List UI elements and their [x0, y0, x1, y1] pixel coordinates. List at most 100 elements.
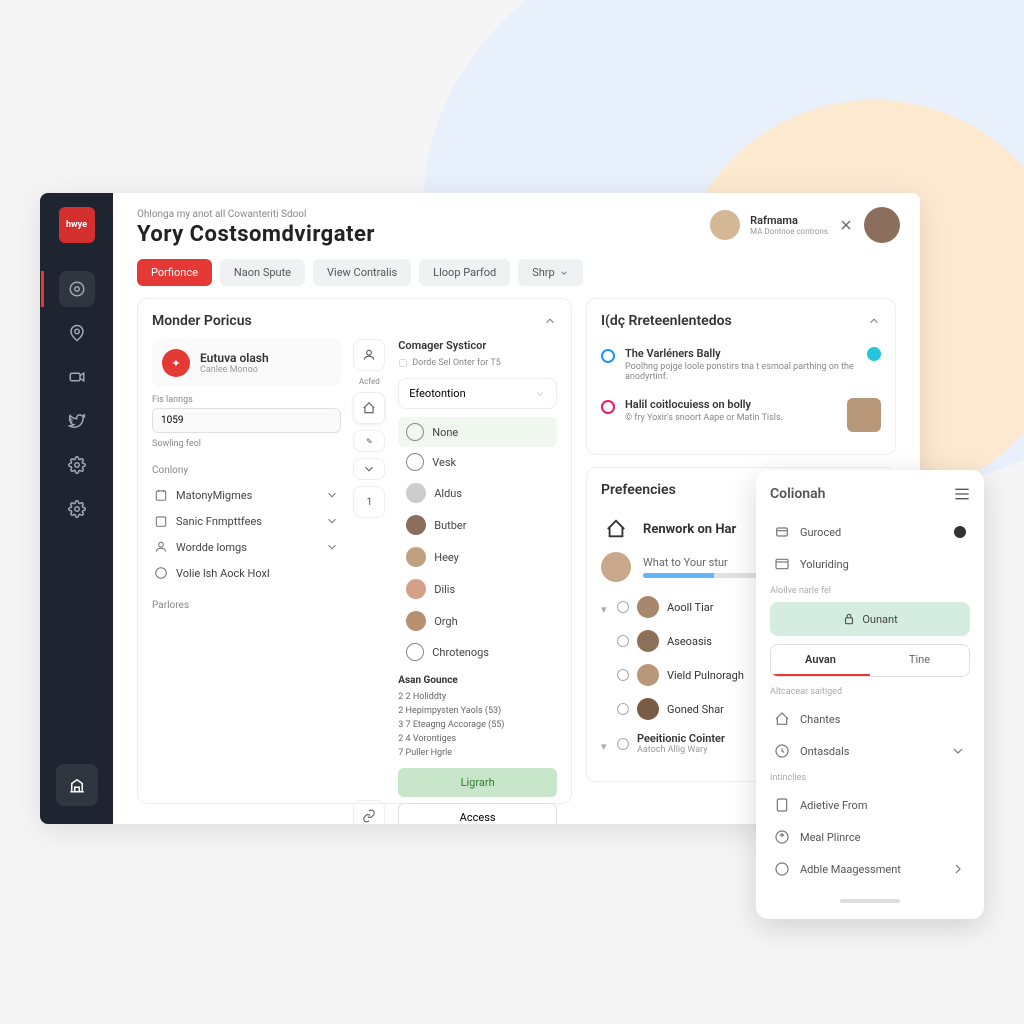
panel-row-guroced[interactable]: Guroced — [770, 516, 970, 548]
opt-dilis[interactable]: Dilis — [398, 573, 557, 605]
panel-row-chantes[interactable]: Chantes — [770, 703, 970, 735]
line-item: 2 2 Holiddty — [398, 690, 557, 704]
icon-btn-link[interactable] — [353, 800, 385, 824]
btn-ligrarh[interactable]: Ligrarh — [398, 768, 557, 797]
avatar-icon — [406, 611, 426, 631]
status-badge — [867, 347, 881, 361]
dropdown[interactable]: Efeotontion — [398, 378, 557, 409]
nav-institution[interactable] — [56, 764, 98, 806]
field-label: Fis lanngs — [152, 395, 341, 405]
seg-tine[interactable]: Tine — [870, 645, 969, 676]
header: Ohlonga my anot all Cowanteriti Sdool Yo… — [113, 193, 920, 247]
opt-none[interactable]: None — [398, 417, 557, 447]
radio-icon — [954, 526, 966, 538]
circle-icon — [406, 453, 424, 471]
nav-video[interactable] — [59, 359, 95, 395]
avatar-small[interactable] — [710, 210, 740, 240]
list-item[interactable]: MatonyMigmes — [152, 482, 341, 508]
tab-shrp[interactable]: Shrp — [518, 259, 583, 286]
tab-naon[interactable]: Naon Spute — [220, 259, 305, 286]
segment-control: Auvan Tine — [770, 644, 970, 677]
field-label-2: Sowling feol — [152, 439, 341, 449]
feed-item-title: Halil coitlocuiess on bolly — [625, 398, 837, 411]
tab-porfionce[interactable]: Porfionce — [137, 259, 212, 286]
feed-item-title: The Varléners Bally — [625, 347, 857, 360]
list-item[interactable]: Volie lsh Aock Hoxl — [152, 560, 341, 586]
chevron-up-icon[interactable] — [867, 314, 881, 328]
avatar-icon — [406, 579, 426, 599]
avatar — [601, 552, 631, 582]
panel-row-adietive[interactable]: Adietive From — [770, 789, 970, 821]
feed-title: I(dç Rreteenlentedos — [601, 313, 732, 329]
profile-name: Eutuva olash — [200, 351, 269, 365]
list-item[interactable]: Wordde lomgs — [152, 534, 341, 560]
btn-access[interactable]: Access — [398, 803, 557, 824]
nav-twitter[interactable] — [59, 403, 95, 439]
avatar-large[interactable] — [864, 207, 900, 243]
nav-home[interactable] — [59, 271, 95, 307]
avatar — [637, 630, 659, 652]
nav-settings-1[interactable] — [59, 447, 95, 483]
opt-aldus[interactable]: Aldus — [398, 477, 557, 509]
profile-badge-icon: ✦ — [162, 349, 190, 377]
avatar — [637, 664, 659, 686]
tab-view[interactable]: View Contralis — [313, 259, 411, 286]
sidebar: hwye — [40, 193, 113, 824]
footer-label: Parlores — [152, 600, 341, 611]
floating-panel: Colionah Guroced Yoluriding Aloilve narl… — [756, 470, 984, 919]
list-item[interactable]: Sanic Fnmpttfees — [152, 508, 341, 534]
panel-row-ontasdals[interactable]: Ontasdals — [770, 735, 970, 767]
panel-label: Altcacear saitiged — [770, 687, 970, 697]
icon-btn-edit[interactable]: ✎ — [353, 430, 385, 452]
pill-button[interactable]: Ounant — [770, 602, 970, 636]
triangle-icon: ▾ — [601, 603, 609, 611]
circle-icon — [617, 669, 629, 681]
logo: hwye — [59, 207, 95, 243]
user-name: Rafmama — [750, 214, 828, 227]
panel-label: Intinclies — [770, 773, 970, 783]
circle-icon — [617, 601, 629, 613]
circle-icon — [406, 423, 424, 441]
opt-vesk[interactable]: Vesk — [398, 447, 557, 477]
bullet-icon — [601, 349, 615, 363]
chevron-up-icon[interactable] — [543, 314, 557, 328]
icon-btn-user[interactable] — [353, 339, 385, 371]
avatar — [637, 698, 659, 720]
opt-butber[interactable]: Butber — [398, 509, 557, 541]
tab-lloop[interactable]: Lloop Parfod — [419, 259, 510, 286]
label-acfed: Acfed — [359, 377, 380, 386]
profile-row[interactable]: ✦ Eutuva olash Canlee Monoo — [152, 339, 341, 387]
line-item: 2 4 Vorontiges — [398, 732, 557, 746]
bullet-icon — [601, 400, 615, 414]
close-icon[interactable] — [838, 217, 854, 233]
user-subtitle: MA Dontnoe controns — [750, 227, 828, 236]
icon-btn-down[interactable] — [353, 458, 385, 480]
icon-btn-home[interactable] — [353, 392, 385, 424]
nav-settings-2[interactable] — [59, 491, 95, 527]
opt-chro[interactable]: Chrotenogs — [398, 637, 557, 667]
tabs: Porfionce Naon Spute View Contralis Lloo… — [113, 247, 920, 298]
opt-orgh[interactable]: Orgh — [398, 605, 557, 637]
profile-sub: Canlee Monoo — [200, 365, 269, 375]
icon-btn-num[interactable]: 1 — [353, 486, 385, 518]
feed-item[interactable]: Halil coitlocuiess on bolly © fry Yoxir'… — [601, 390, 881, 440]
avatar-icon — [406, 515, 426, 535]
panel-row-meal[interactable]: Meal Plinrce — [770, 821, 970, 853]
drag-handle[interactable] — [840, 899, 900, 903]
user-area: Rafmama MA Dontnoe controns — [710, 207, 900, 243]
circle-icon — [617, 635, 629, 647]
opt-heey[interactable]: Heey — [398, 541, 557, 573]
mid-header: Comager Systicor — [398, 339, 557, 352]
field-input-1[interactable] — [152, 408, 341, 433]
nav-pin[interactable] — [59, 315, 95, 351]
circle-icon — [617, 703, 629, 715]
mid-sublink[interactable]: Dorde Sel Onter for T5 — [398, 358, 557, 368]
circle-icon — [617, 738, 629, 750]
feed-item[interactable]: The Varléners Bally Poolhng pojge loole … — [601, 339, 881, 390]
thumbnail — [847, 398, 881, 432]
line-item: 2 Hepimpysten Yaols (53) — [398, 704, 557, 718]
seg-auvan[interactable]: Auvan — [771, 645, 870, 676]
panel-row-yoluriding[interactable]: Yoluriding — [770, 548, 970, 580]
panel-row-adble[interactable]: Adble Maagessment — [770, 853, 970, 885]
menu-icon[interactable] — [954, 488, 970, 500]
